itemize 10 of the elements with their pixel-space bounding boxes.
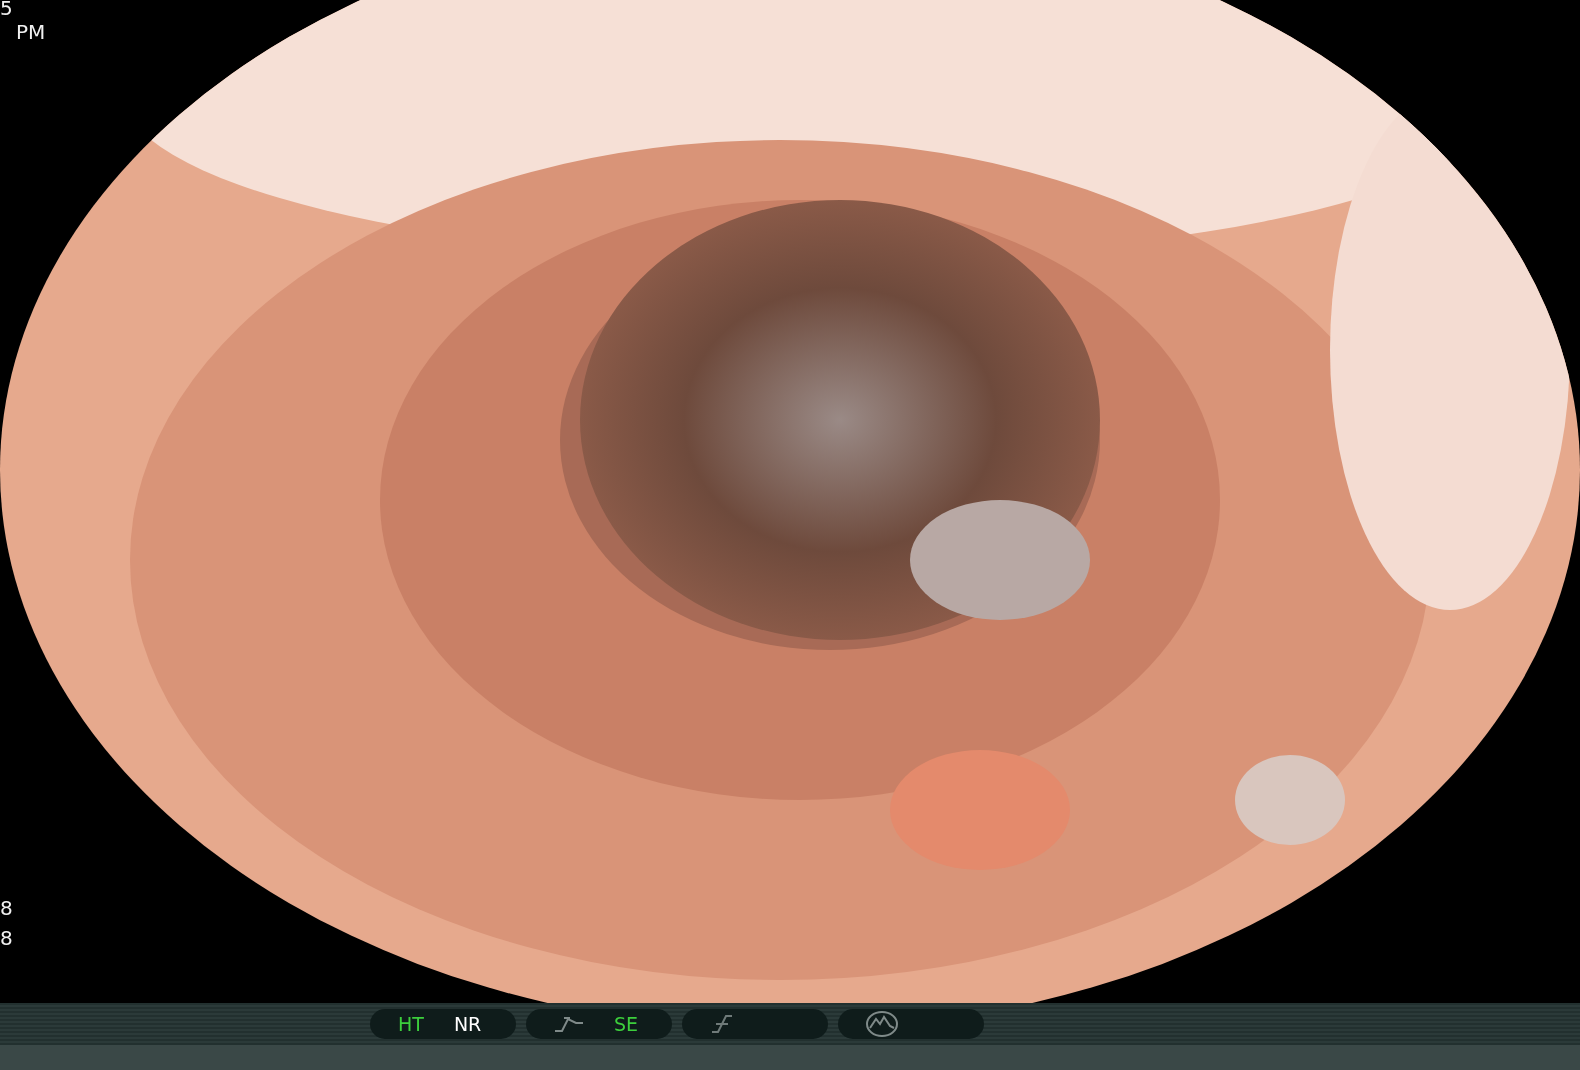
- overlay-text: 5: [0, 0, 14, 20]
- mode-label: HT: [398, 1013, 424, 1035]
- curve-icon: [554, 1015, 584, 1033]
- mode-label: SE: [614, 1013, 639, 1035]
- overlay-text: 8: [0, 896, 13, 920]
- overlay-text: PM: [15, 20, 46, 44]
- slash-icon: [710, 1014, 734, 1034]
- mode-label: NR: [453, 1013, 482, 1035]
- overlay-text: 8: [0, 926, 13, 950]
- peaks-icon: [866, 1011, 898, 1037]
